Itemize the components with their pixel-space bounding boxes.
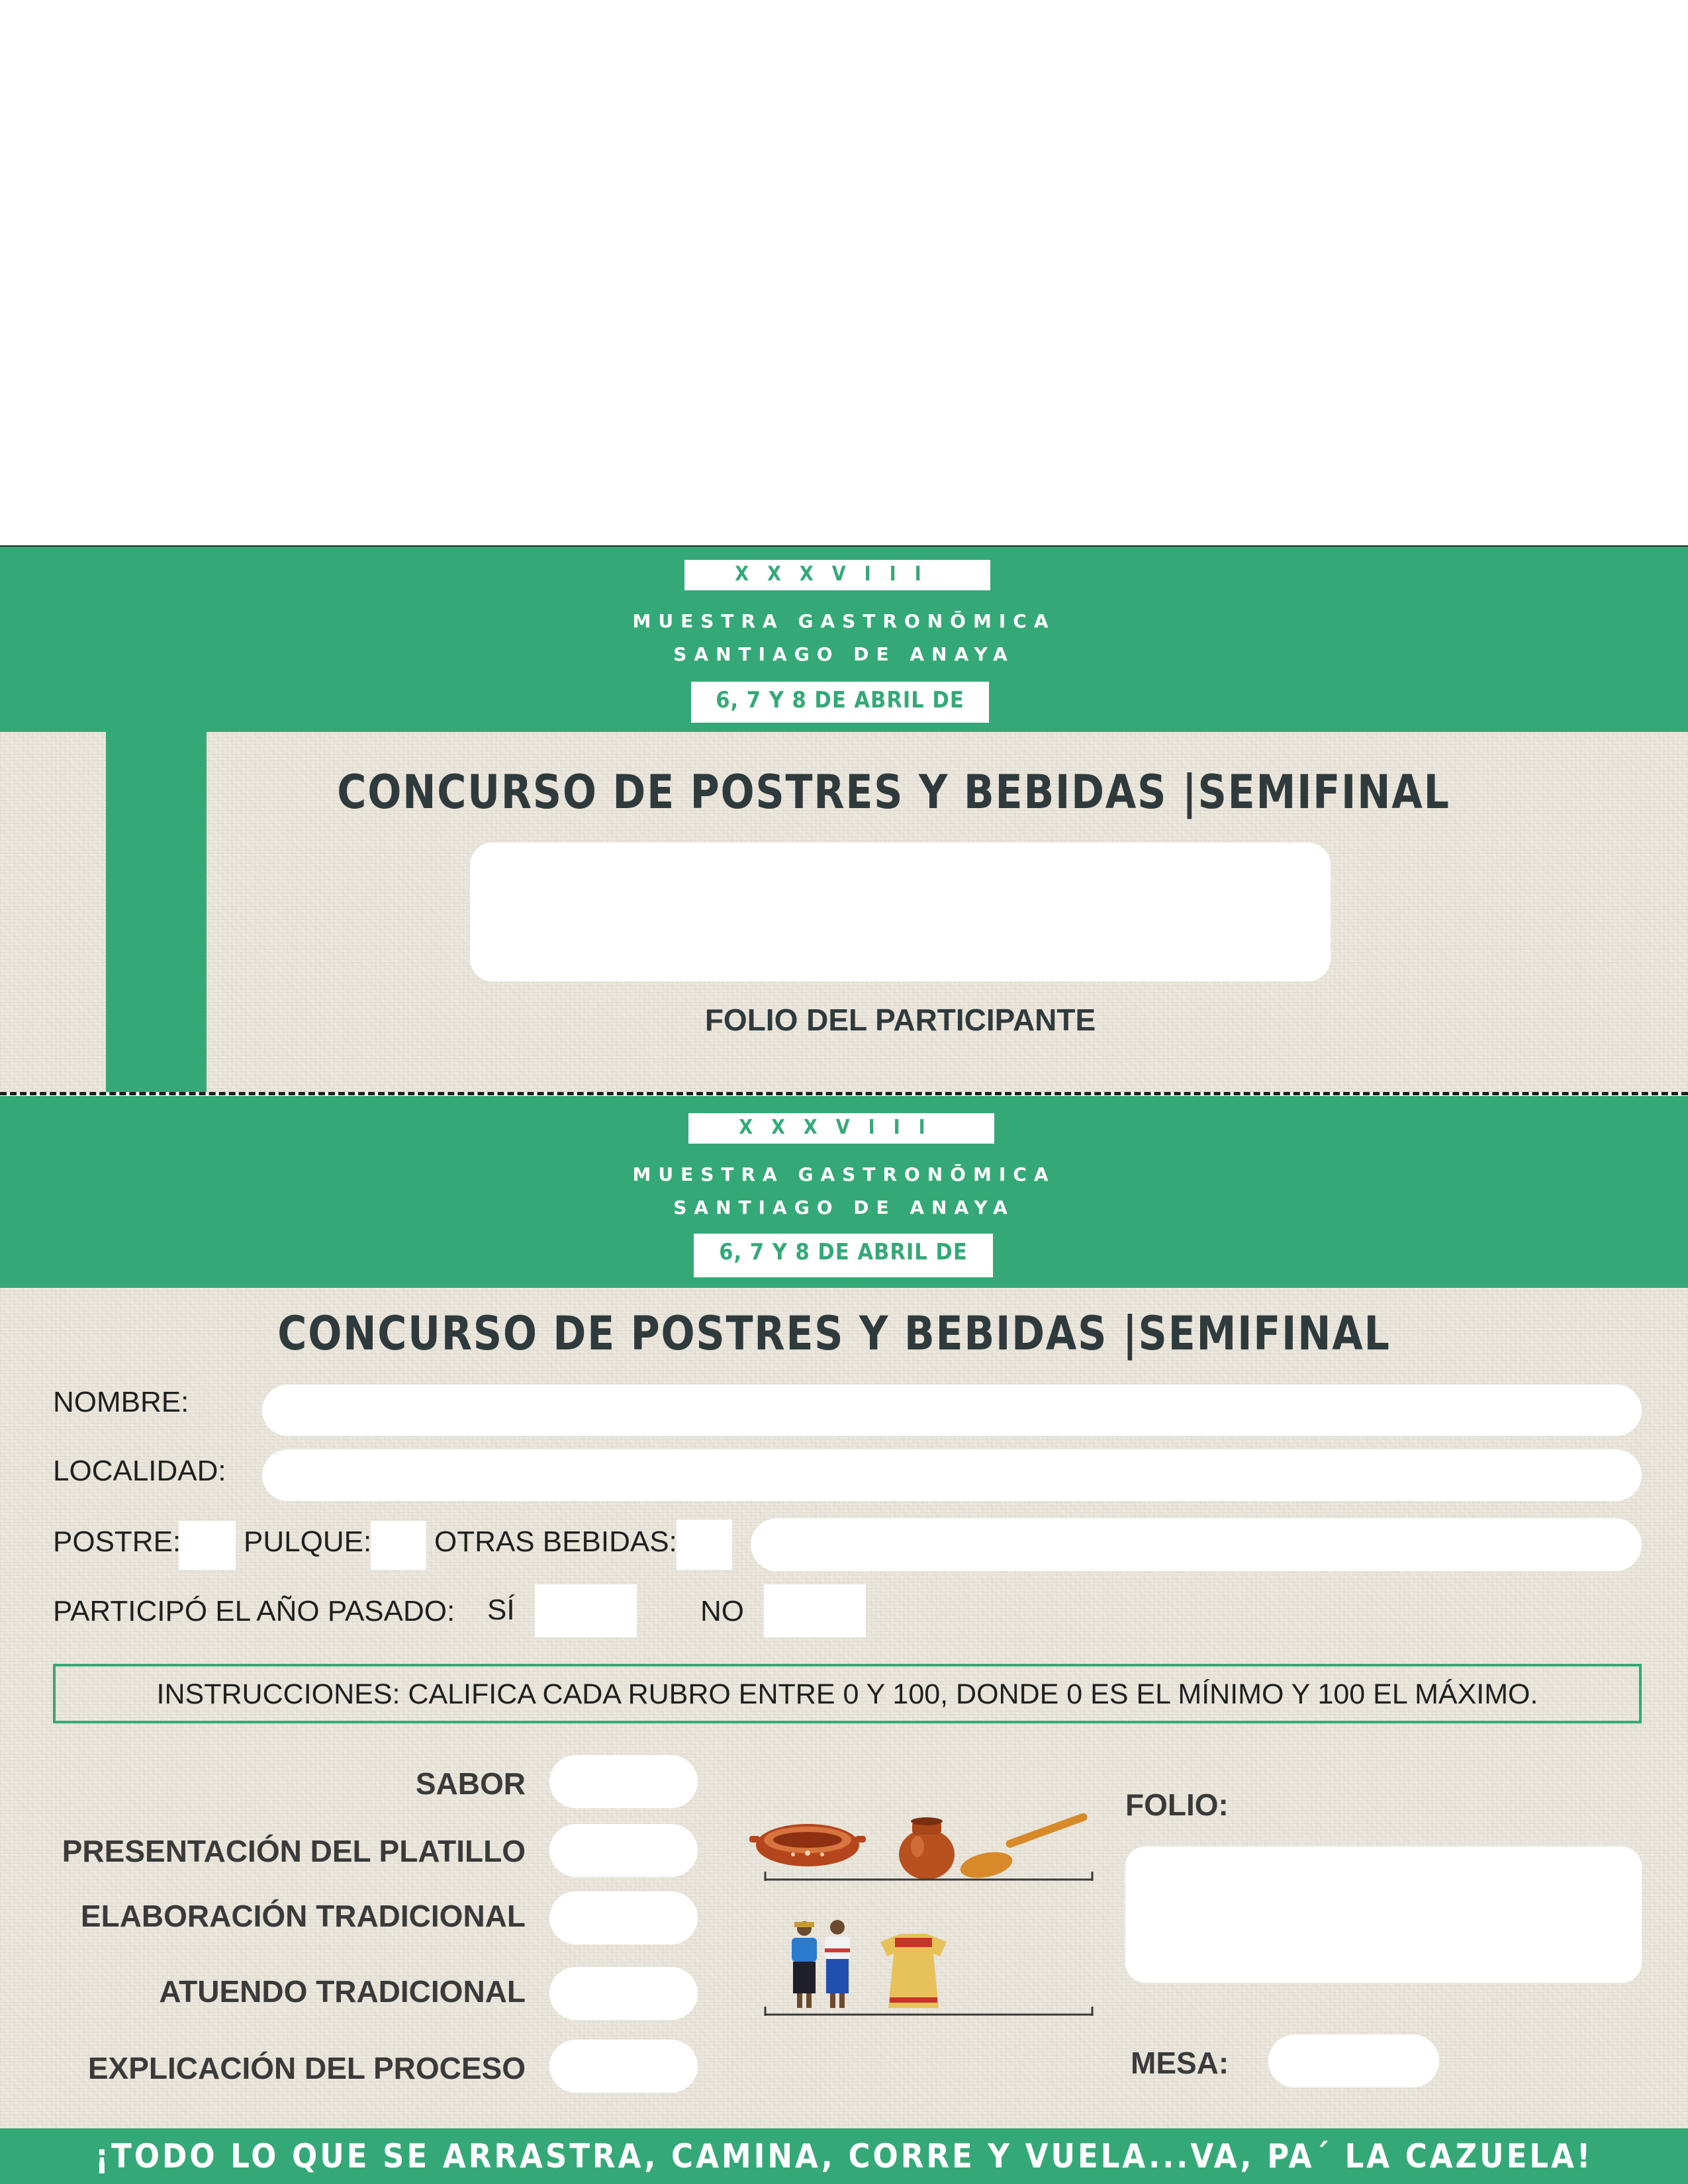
stub-title: CONCURSO DE POSTRES Y BEBIDAS |SEMIFINAL bbox=[337, 765, 1450, 819]
form-dates-badge: 6, 7 Y 8 DE ABRIL DE 2018 bbox=[694, 1234, 993, 1302]
criterion-elaboracion-score[interactable] bbox=[549, 1891, 698, 1944]
wooden-spoon-icon bbox=[960, 1813, 1088, 1878]
no-label: NO bbox=[700, 1595, 744, 1627]
otras-bebidas-label: OTRAS BEBIDAS: bbox=[434, 1525, 677, 1558]
no-checkbox[interactable] bbox=[764, 1584, 866, 1637]
folio-label: FOLIO: bbox=[1125, 1788, 1229, 1822]
folio-box[interactable] bbox=[1125, 1846, 1642, 1983]
cut-line bbox=[0, 1092, 1688, 1095]
footer-slogan: ¡TODO LO QUE SE ARRASTRA, CAMINA, CORRE … bbox=[95, 2137, 1593, 2175]
stub-edition-badge: XXXVIII bbox=[684, 560, 990, 590]
clay-pot-icon bbox=[899, 1817, 955, 1880]
criterion-elaboracion-label: ELABORACIÓN TRADICIONAL bbox=[80, 1899, 526, 1933]
stub-event-line1: MUESTRA GASTRONŌMICA bbox=[632, 610, 1056, 632]
kitchenware-illustration bbox=[741, 1807, 1099, 1886]
nombre-field[interactable] bbox=[262, 1385, 1642, 1436]
stub-event-line2: SANTIAGO DE ANAYA bbox=[673, 643, 1015, 665]
si-label: SÍ bbox=[487, 1594, 515, 1626]
pulque-label: PULQUE: bbox=[244, 1525, 372, 1558]
form-edition-badge: XXXVIII bbox=[688, 1113, 994, 1144]
pulque-checkbox[interactable] bbox=[371, 1521, 426, 1570]
mesa-field[interactable] bbox=[1268, 2034, 1439, 2087]
si-checkbox[interactable] bbox=[535, 1584, 637, 1637]
attire-illustration bbox=[741, 1915, 1099, 2021]
form-title: CONCURSO DE POSTRES Y BEBIDAS |SEMIFINAL bbox=[277, 1306, 1391, 1361]
stub-participant-folio-box[interactable] bbox=[470, 842, 1331, 981]
stub-folio-label: FOLIO DEL PARTICIPANTE bbox=[704, 1003, 1096, 1037]
criterion-atuendo-label: ATUENDO TRADICIONAL bbox=[159, 1974, 526, 2009]
postre-checkbox[interactable] bbox=[179, 1521, 236, 1570]
mesa-label: MESA: bbox=[1131, 2046, 1229, 2080]
nombre-label: NOMBRE: bbox=[53, 1386, 189, 1418]
participo-label: PARTICIPÓ EL AÑO PASADO: bbox=[53, 1595, 455, 1627]
localidad-field[interactable] bbox=[262, 1449, 1642, 1501]
criterion-presentacion-score[interactable] bbox=[549, 1824, 698, 1877]
otras-bebidas-checkbox[interactable] bbox=[677, 1520, 732, 1570]
stub-side-stripe bbox=[106, 732, 207, 1092]
clay-cazuela-icon bbox=[749, 1824, 866, 1866]
criterion-sabor-score[interactable] bbox=[549, 1755, 698, 1808]
postre-label: POSTRE: bbox=[53, 1525, 181, 1558]
women-in-traditional-dress-icon bbox=[792, 1920, 850, 2008]
form-event-line2: SANTIAGO DE ANAYA bbox=[673, 1197, 1015, 1218]
criterion-explicacion-label: EXPLICACIÓN DEL PROCESO bbox=[87, 2051, 526, 2085]
stub-dates-badge: 6, 7 Y 8 DE ABRIL DE 2018 bbox=[691, 682, 989, 751]
criterion-explicacion-score[interactable] bbox=[549, 2040, 698, 2093]
form-event-line1: MUESTRA GASTRONŌMICA bbox=[632, 1163, 1056, 1185]
embroidered-dress-icon bbox=[880, 1934, 947, 2008]
instructions-text: INSTRUCCIONES: CALIFICA CADA RUBRO ENTRE… bbox=[156, 1678, 1538, 1710]
criterion-presentacion-label: PRESENTACIÓN DEL PLATILLO bbox=[62, 1834, 526, 1868]
localidad-label: LOCALIDAD: bbox=[53, 1455, 226, 1487]
otras-bebidas-field[interactable] bbox=[751, 1518, 1642, 1571]
criterion-atuendo-score[interactable] bbox=[549, 1967, 698, 2020]
criterion-sabor-label: SABOR bbox=[415, 1766, 526, 1801]
